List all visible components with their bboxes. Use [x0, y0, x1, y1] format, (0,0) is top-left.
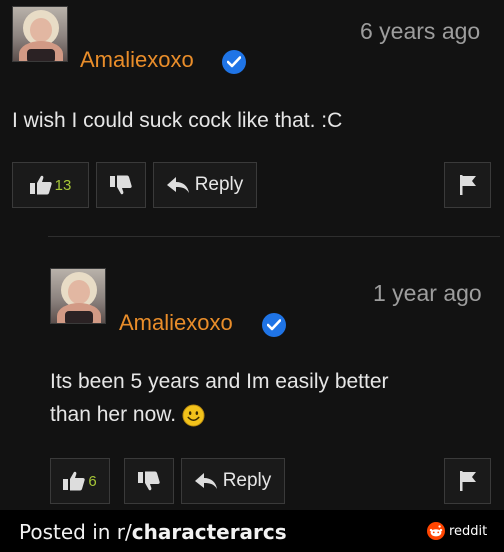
dislike-button[interactable] — [96, 162, 146, 208]
flag-icon — [459, 175, 476, 195]
comment-text-line-2: than her now. — [50, 403, 177, 426]
thumbs-down-icon — [138, 471, 160, 491]
reply-arrow-icon — [194, 473, 217, 489]
thread-divider — [48, 236, 500, 237]
reddit-wordmark: reddit — [449, 523, 488, 539]
like-count: 6 — [88, 472, 97, 490]
reddit-logo-icon — [427, 522, 445, 540]
subreddit-link[interactable]: characterarcs — [132, 520, 287, 544]
flag-button[interactable] — [444, 458, 491, 504]
comment-text: I wish I could suck cock like that. :C — [12, 109, 343, 132]
comment-text-line-1: Its been 5 years and Im easily better — [50, 370, 389, 393]
like-count: 13 — [54, 176, 72, 194]
thumbs-up-icon — [29, 175, 52, 195]
avatar[interactable] — [50, 268, 106, 324]
comment-timestamp: 1 year ago — [373, 280, 482, 306]
comment-text-line-2-wrap: than her now. — [50, 398, 205, 431]
thumbs-down-icon — [110, 175, 132, 195]
comment-thread: Amaliexoxo 6 years ago I wish I could su… — [0, 0, 504, 510]
like-button[interactable]: 6 — [50, 458, 110, 504]
reply-button[interactable]: Reply — [181, 458, 285, 504]
reply-arrow-icon — [166, 177, 189, 193]
reddit-brand: reddit — [427, 522, 487, 540]
posted-in-prefix: Posted in r/ — [19, 520, 132, 544]
flag-button[interactable] — [444, 162, 491, 208]
reply-label: Reply — [222, 470, 272, 491]
dislike-button[interactable] — [124, 458, 174, 504]
verified-check-icon — [262, 313, 286, 337]
posted-in-text: Posted in r/characterarcs — [19, 520, 287, 544]
flag-icon — [459, 471, 476, 491]
smiley-emoji-icon — [182, 404, 205, 427]
comment-timestamp: 6 years ago — [360, 18, 481, 44]
reply-button[interactable]: Reply — [153, 162, 257, 208]
comment-username[interactable]: Amaliexoxo — [80, 47, 194, 73]
avatar[interactable] — [12, 6, 68, 62]
comment-username[interactable]: Amaliexoxo — [119, 310, 233, 336]
thumbs-up-icon — [63, 471, 86, 491]
reply-label: Reply — [194, 174, 244, 195]
reddit-footer: Posted in r/characterarcs reddit — [0, 510, 504, 552]
verified-check-icon — [222, 50, 246, 74]
like-button[interactable]: 13 — [12, 162, 89, 208]
